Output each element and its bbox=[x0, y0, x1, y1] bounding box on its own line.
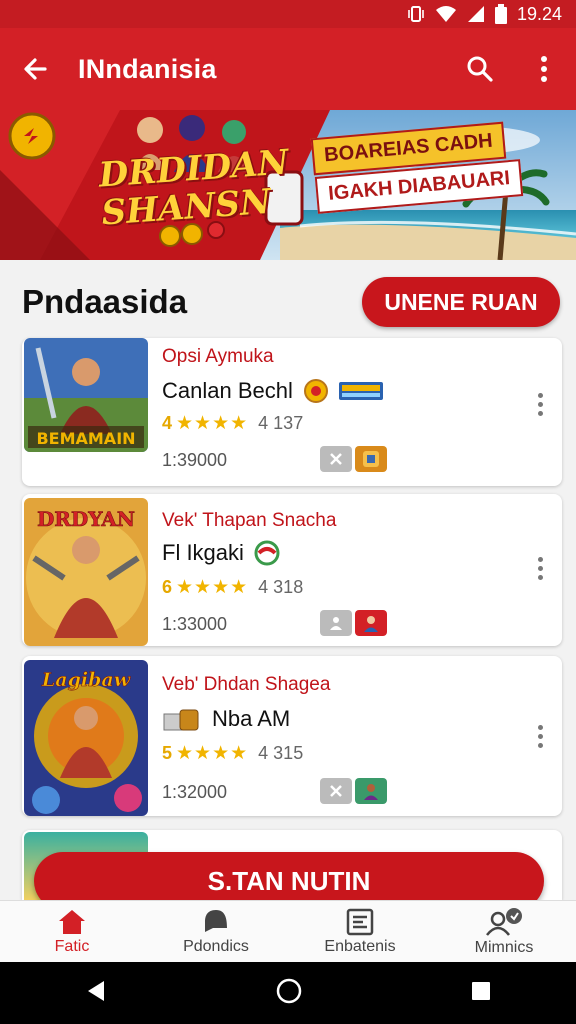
battery-icon bbox=[494, 4, 507, 24]
wifi-icon bbox=[435, 5, 457, 23]
more-vert-icon bbox=[541, 56, 547, 82]
game-name: Fl Ikgaki bbox=[162, 540, 244, 565]
search-button[interactable] bbox=[448, 28, 512, 110]
app-title: INndanisia bbox=[78, 53, 217, 84]
avatar-badge-icon[interactable] bbox=[355, 610, 387, 636]
nav-item-fatic[interactable]: Fatic bbox=[0, 901, 144, 962]
nav-item-enbatenis[interactable]: Enbatenis bbox=[288, 901, 432, 962]
section-action-button[interactable]: UNENE RUAN bbox=[362, 277, 560, 327]
install-count: 1:33000 bbox=[162, 614, 228, 634]
person-badge-icon[interactable] bbox=[320, 610, 352, 636]
section-title: Pndaasida bbox=[22, 283, 188, 320]
rating-value: 6 bbox=[162, 577, 173, 597]
home-icon bbox=[59, 909, 85, 934]
game-rating: 4 ★★★★ 4 137 bbox=[162, 412, 303, 435]
game-card[interactable]: BEMAMAIN Opsi Aymuka Canlan Bechl 4 ★★★★… bbox=[22, 338, 562, 486]
nav-label: Enbatenis bbox=[324, 937, 396, 955]
game-card[interactable]: DRDYAN Vek' Thapan Snacha Fl Ikgaki 6 ★★… bbox=[22, 494, 562, 646]
review-count: 4 315 bbox=[258, 743, 304, 763]
close-badge-icon[interactable] bbox=[320, 778, 352, 804]
avatar-badge-icon[interactable] bbox=[355, 778, 387, 804]
app-bar: INndanisia bbox=[0, 28, 576, 110]
game-name-row: Canlan Bechl bbox=[162, 378, 383, 404]
status-time: 19.24 bbox=[516, 3, 562, 24]
triangle-back-icon bbox=[87, 980, 104, 1001]
banner-title: DRDIDAN SHANSN bbox=[98, 142, 293, 233]
vibrate-icon bbox=[407, 5, 425, 23]
card-more-button[interactable] bbox=[528, 716, 552, 756]
game-subtitle: Opsi Aymuka bbox=[162, 346, 274, 367]
section-header: Pndaasida UNENE RUAN bbox=[0, 262, 576, 342]
treasure-icon bbox=[163, 709, 199, 731]
rating-value: 4 bbox=[162, 413, 173, 433]
rating-stars: ★★★★ bbox=[176, 577, 249, 598]
install-count: 1:39000 bbox=[162, 450, 228, 470]
rating-stars: ★★★★ bbox=[176, 413, 249, 434]
back-button[interactable] bbox=[0, 28, 70, 110]
game-subtitle: Veb' Dhdan Shagea bbox=[162, 674, 331, 695]
close-badge-icon[interactable] bbox=[320, 446, 352, 472]
thumbnail-title: Lagibaw bbox=[41, 669, 131, 691]
bottom-nav: Fatic Pdondics Enbatenis Mimnics bbox=[0, 900, 576, 962]
card-more-button[interactable] bbox=[528, 548, 552, 588]
circle-home-icon bbox=[276, 978, 302, 1003]
game-thumbnail: DRDYAN bbox=[24, 498, 148, 646]
badge-group bbox=[320, 446, 387, 472]
game-rating: 5 ★★★★ 4 315 bbox=[162, 742, 303, 765]
ball-icon bbox=[254, 540, 280, 566]
signal-icon bbox=[467, 5, 485, 23]
overflow-menu-button[interactable] bbox=[512, 28, 576, 110]
game-thumbnail: Lagibaw bbox=[24, 660, 148, 816]
nav-item-mimnics[interactable]: Mimnics bbox=[432, 901, 576, 962]
people-icon bbox=[486, 907, 522, 936]
badge-group bbox=[320, 610, 387, 636]
home-nav-button[interactable] bbox=[275, 977, 303, 1010]
nav-label: Fatic bbox=[54, 937, 90, 955]
chat-icon bbox=[205, 909, 227, 932]
system-nav-bar bbox=[0, 962, 576, 1024]
game-card[interactable]: Lagibaw Veb' Dhdan Shagea Nba AM 5 ★★★★ … bbox=[22, 656, 562, 816]
review-count: 4 318 bbox=[258, 577, 304, 597]
app-badge-icon[interactable] bbox=[355, 446, 387, 472]
recents-nav-button[interactable] bbox=[470, 980, 492, 1007]
game-name: Canlan Bechl bbox=[162, 378, 293, 403]
coin-icon bbox=[303, 379, 328, 403]
game-name: Nba AM bbox=[212, 706, 291, 731]
game-subtitle: Vek' Thapan Snacha bbox=[162, 510, 337, 531]
thumbnail-title: DRDYAN bbox=[37, 507, 135, 531]
nav-label: Pdondics bbox=[183, 937, 249, 955]
status-bar: 19.24 bbox=[0, 0, 576, 28]
square-recents-icon bbox=[472, 981, 491, 1000]
thumbnail-title: BEMAMAIN bbox=[36, 429, 135, 448]
game-name-row: Nba AM bbox=[162, 704, 290, 734]
game-logo-icon bbox=[338, 382, 383, 400]
game-rating: 6 ★★★★ 4 318 bbox=[162, 576, 303, 599]
news-icon bbox=[346, 908, 374, 935]
game-name-row: Fl Ikgaki bbox=[162, 540, 280, 566]
card-more-button[interactable] bbox=[528, 384, 552, 424]
search-icon bbox=[467, 56, 493, 82]
back-nav-button[interactable] bbox=[84, 979, 108, 1008]
rating-stars: ★★★★ bbox=[176, 743, 249, 764]
nav-item-pdondics[interactable]: Pdondics bbox=[144, 901, 288, 962]
badge-group bbox=[320, 778, 387, 804]
game-thumbnail: BEMAMAIN bbox=[24, 338, 148, 452]
review-count: 4 137 bbox=[258, 413, 304, 433]
nav-label: Mimnics bbox=[474, 938, 534, 956]
rating-value: 5 bbox=[162, 743, 173, 763]
install-count: 1:32000 bbox=[162, 782, 228, 802]
arrow-left-icon bbox=[24, 58, 47, 80]
promo-banner[interactable]: DRDIDAN SHANSN BOAREIAS CADH IGAKH DIABA… bbox=[0, 110, 576, 260]
